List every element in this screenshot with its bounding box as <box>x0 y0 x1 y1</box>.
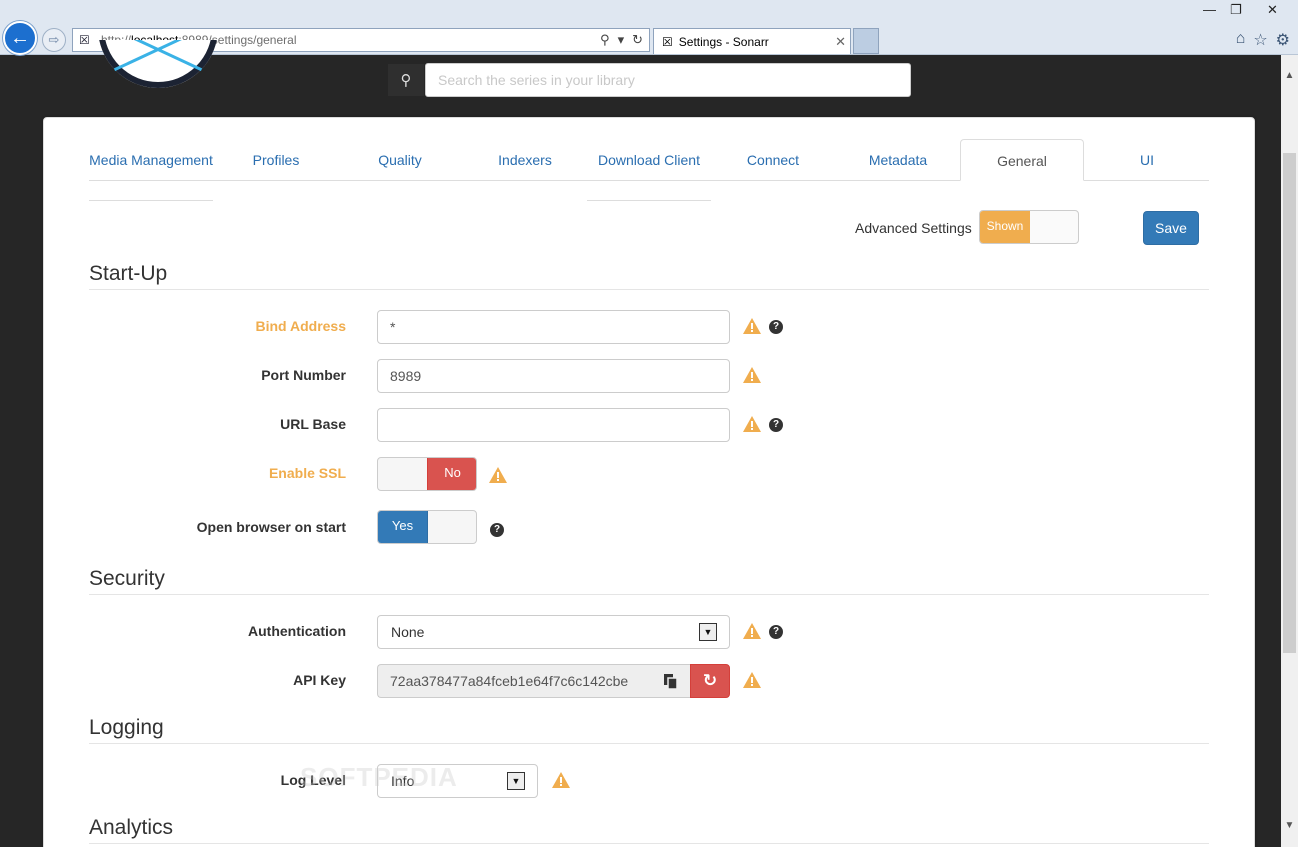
open-browser-toggle[interactable]: Yes <box>377 510 477 544</box>
save-button[interactable]: Save <box>1143 211 1199 245</box>
back-icon[interactable]: ← <box>3 21 37 55</box>
copy-api-key-button[interactable] <box>649 664 690 698</box>
enable-ssl-label: Enable SSL <box>268 465 346 481</box>
restore-icon[interactable]: ❐ <box>1230 2 1242 18</box>
api-key-label: API Key <box>293 672 346 688</box>
tab-title: Settings - Sonarr <box>678 34 769 49</box>
enable-ssl-toggle[interactable]: No <box>377 457 477 491</box>
scroll-thumb[interactable] <box>1283 153 1296 653</box>
tab-connect[interactable]: Connect <box>711 139 835 170</box>
tab-media-management[interactable]: Media Management <box>89 139 213 201</box>
tab-favicon-icon: ☒ <box>662 34 673 49</box>
warning-icon <box>743 672 761 688</box>
open-browser-state: Yes <box>378 511 428 543</box>
chevron-down-icon: ▼ <box>507 772 525 790</box>
tab-metadata[interactable]: Metadata <box>836 139 960 170</box>
tab-close-icon[interactable]: ✕ <box>835 34 846 50</box>
warning-icon <box>743 367 761 383</box>
regenerate-api-key-button[interactable]: ↻ <box>690 664 730 698</box>
refresh-icon: ↻ <box>702 671 718 690</box>
window-close-icon[interactable]: ✕ <box>1267 2 1278 18</box>
scroll-down-icon[interactable]: ▼ <box>1281 817 1298 834</box>
url-base-label: URL Base <box>280 416 346 432</box>
sonarr-logo[interactable] <box>98 40 218 92</box>
clipboard-icon <box>663 674 678 689</box>
section-title-startup: Start-Up <box>89 262 168 285</box>
tab-quality[interactable]: Quality <box>338 139 462 170</box>
site-favicon-icon: ☒ <box>79 33 90 47</box>
open-browser-label: Open browser on start <box>196 519 346 535</box>
warning-icon <box>743 318 761 334</box>
divider <box>89 843 1209 844</box>
section-title-analytics: Analytics <box>89 816 174 839</box>
search-icon: ⚲ <box>388 64 424 96</box>
home-icon[interactable]: ⌂ <box>1236 30 1246 50</box>
help-icon[interactable]: ? <box>769 625 783 639</box>
new-tab-button[interactable] <box>853 28 879 54</box>
scroll-up-icon[interactable]: ▲ <box>1281 67 1298 84</box>
minimize-icon[interactable]: — <box>1203 2 1216 17</box>
page-scrollbar[interactable]: ▲ ▼ <box>1281 55 1298 847</box>
authentication-value: None <box>391 624 425 640</box>
warning-icon <box>489 467 507 483</box>
section-title-logging: Logging <box>89 716 164 739</box>
browser-tab[interactable]: ☒ Settings - Sonarr ✕ <box>653 28 851 54</box>
help-icon[interactable]: ? <box>769 320 783 334</box>
warning-icon <box>552 772 570 788</box>
warning-icon <box>743 416 761 432</box>
settings-gear-icon[interactable]: ⚙ <box>1276 30 1290 50</box>
search-address-icon[interactable]: ⚲ <box>600 32 610 48</box>
port-number-input[interactable] <box>377 359 730 393</box>
help-icon[interactable]: ? <box>490 523 504 537</box>
tab-download-client[interactable]: Download Client <box>587 139 711 201</box>
divider <box>89 743 1209 744</box>
bind-address-input[interactable] <box>377 310 730 344</box>
settings-tab-bar: Media Management Profiles Quality Indexe… <box>89 139 1209 201</box>
watermark: SOFTPEDIA <box>300 762 458 792</box>
advanced-settings-label: Advanced Settings <box>855 220 972 236</box>
port-number-label: Port Number <box>261 367 346 383</box>
tab-ui[interactable]: UI <box>1085 139 1209 170</box>
divider <box>89 594 1209 595</box>
advanced-settings-state: Shown <box>980 211 1030 243</box>
favorites-star-icon[interactable]: ☆ <box>1253 30 1267 50</box>
advanced-settings-toggle[interactable]: Shown <box>979 210 1079 244</box>
api-key-field[interactable]: 72aa378477a84fceb1e64f7c6c142cbe <box>377 664 649 698</box>
authentication-label: Authentication <box>248 623 346 639</box>
chevron-down-icon: ▼ <box>699 623 717 641</box>
tab-general[interactable]: General <box>960 139 1084 181</box>
refresh-icon[interactable]: ↻ <box>632 32 643 48</box>
divider <box>89 289 1209 290</box>
dropdown-icon[interactable]: ▾ <box>618 32 625 48</box>
series-search-input[interactable] <box>425 63 911 97</box>
section-title-security: Security <box>89 567 165 590</box>
warning-icon <box>743 623 761 639</box>
help-icon[interactable]: ? <box>769 418 783 432</box>
tab-indexers[interactable]: Indexers <box>463 139 587 170</box>
tab-profiles[interactable]: Profiles <box>214 139 338 170</box>
bind-address-label: Bind Address <box>255 318 347 334</box>
url-base-input[interactable] <box>377 408 730 442</box>
authentication-select[interactable]: None ▼ <box>377 615 730 649</box>
forward-icon[interactable]: ⇨ <box>42 28 66 52</box>
enable-ssl-state: No <box>427 458 476 490</box>
